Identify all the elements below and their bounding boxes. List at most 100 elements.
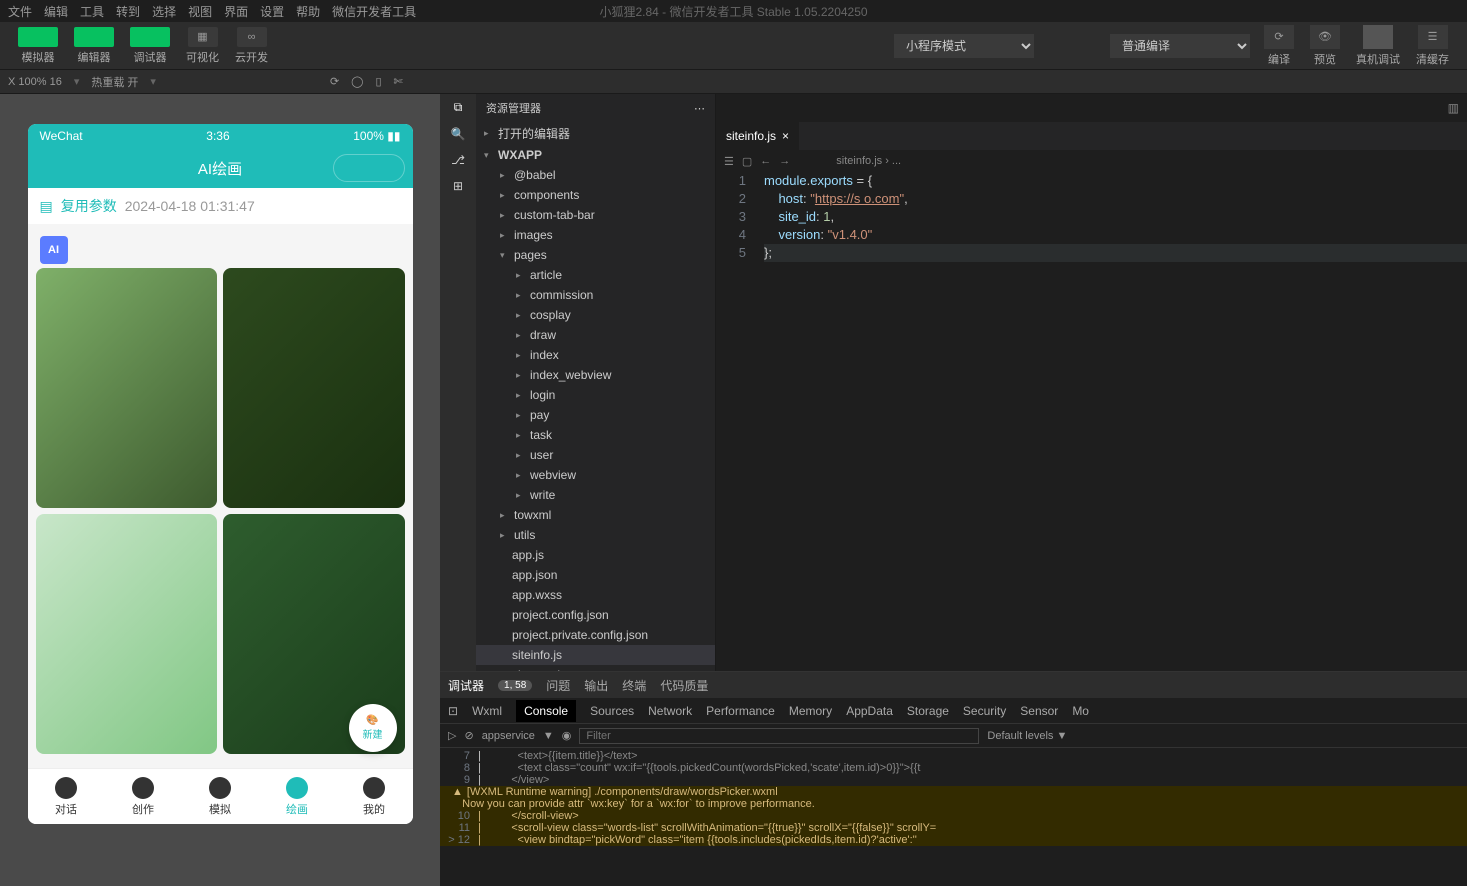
tree-folder[interactable]: ▸task xyxy=(476,425,715,445)
clear-icon[interactable]: ⊘ xyxy=(464,729,473,742)
tree-open-editors[interactable]: ▸打开的编辑器 xyxy=(476,122,715,145)
tree-file[interactable]: project.config.json xyxy=(476,605,715,625)
search-icon[interactable]: 🔍 xyxy=(451,127,466,141)
panel-performance[interactable]: Performance xyxy=(706,704,775,718)
tree-folder[interactable]: ▸draw xyxy=(476,325,715,345)
code-editor[interactable]: 1 2 3 4 5 module.exports = { host: "http… xyxy=(716,172,1467,671)
panel-more[interactable]: Mo xyxy=(1072,704,1089,718)
remote-debug-button[interactable]: 真机调试 xyxy=(1350,23,1406,69)
tree-folder[interactable]: ▸commission xyxy=(476,285,715,305)
visualize-button[interactable]: ▦可视化 xyxy=(180,25,225,67)
menu-item[interactable]: 编辑 xyxy=(44,3,68,20)
devtools-tab-terminal[interactable]: 终端 xyxy=(622,677,646,694)
menu-item[interactable]: 视图 xyxy=(188,3,212,20)
tab-create[interactable]: 创作 xyxy=(105,769,182,824)
back-icon[interactable]: ← xyxy=(760,155,771,167)
bookmark-icon[interactable]: ▢ xyxy=(742,155,752,168)
console-output[interactable]: 7| <text>{{item.title}}</text> 8| <text … xyxy=(440,748,1467,886)
eye-icon[interactable]: ◉ xyxy=(562,729,572,742)
list-icon[interactable]: ☰ xyxy=(724,155,734,168)
clear-cache-button[interactable]: ☰清缓存 xyxy=(1410,23,1455,69)
tab-chat[interactable]: 对话 xyxy=(28,769,105,824)
play-icon[interactable]: ▷ xyxy=(448,729,456,742)
tree-folder[interactable]: ▸custom-tab-bar xyxy=(476,205,715,225)
tree-folder[interactable]: ▸index xyxy=(476,345,715,365)
menu-item[interactable]: 微信开发者工具 xyxy=(332,3,416,20)
devtools-tab-debugger[interactable]: 调试器 xyxy=(448,677,484,694)
reuse-button[interactable]: 复用参数 xyxy=(61,196,117,216)
files-icon[interactable]: ⧉ xyxy=(454,100,463,115)
gallery-image[interactable] xyxy=(36,514,218,754)
tree-folder[interactable]: ▸components xyxy=(476,185,715,205)
capsule-button[interactable] xyxy=(333,154,405,182)
phone-content[interactable]: AI 🎨新建 xyxy=(28,224,413,768)
extensions-icon[interactable]: ⊞ xyxy=(453,179,463,193)
filter-input[interactable] xyxy=(579,728,979,744)
tree-root[interactable]: ▾WXAPP xyxy=(476,145,715,165)
panel-sources[interactable]: Sources xyxy=(590,704,634,718)
panel-sensor[interactable]: Sensor xyxy=(1020,704,1058,718)
forward-icon[interactable]: → xyxy=(779,155,790,167)
cut-icon[interactable]: ✄ xyxy=(394,75,403,88)
tree-file[interactable]: app.wxss xyxy=(476,585,715,605)
panel-wxml[interactable]: Wxml xyxy=(472,704,502,718)
stop-icon[interactable]: ◯ xyxy=(351,75,363,88)
tree-folder[interactable]: ▸pay xyxy=(476,405,715,425)
panel-network[interactable]: Network xyxy=(648,704,692,718)
more-icon[interactable]: ⋯ xyxy=(694,102,705,115)
tree-folder[interactable]: ▸webview xyxy=(476,465,715,485)
tree-file[interactable]: siteinfo.js xyxy=(476,645,715,665)
zoom-level[interactable]: X 100% 16 xyxy=(8,76,62,88)
simulator-button[interactable]: 模拟器 xyxy=(12,25,64,67)
panel-security[interactable]: Security xyxy=(963,704,1006,718)
tree-file[interactable]: project.private.config.json xyxy=(476,625,715,645)
mode-select[interactable]: 小程序模式 xyxy=(894,34,1034,58)
ai-badge[interactable]: AI xyxy=(40,236,68,264)
tree-folder[interactable]: ▸utils xyxy=(476,525,715,545)
preview-button[interactable]: 👁预览 xyxy=(1304,23,1346,69)
panel-storage[interactable]: Storage xyxy=(907,704,949,718)
gallery-image[interactable] xyxy=(223,268,405,508)
tree-file[interactable]: app.js xyxy=(476,545,715,565)
file-tree[interactable]: ▸打开的编辑器 ▾WXAPP ▸@babel ▸components ▸cust… xyxy=(476,122,715,671)
tree-folder[interactable]: ▸@babel xyxy=(476,165,715,185)
compile-button[interactable]: ⟳编译 xyxy=(1258,23,1300,69)
panel-appdata[interactable]: AppData xyxy=(846,704,893,718)
tree-folder[interactable]: ▾pages xyxy=(476,245,715,265)
debugger-button[interactable]: 调试器 xyxy=(124,25,176,67)
devtools-tab-output[interactable]: 输出 xyxy=(584,677,608,694)
new-fab[interactable]: 🎨新建 xyxy=(349,704,397,752)
menu-item[interactable]: 工具 xyxy=(80,3,104,20)
refresh-icon[interactable]: ⟳ xyxy=(330,75,339,88)
cloud-button[interactable]: ∞云开发 xyxy=(229,25,274,67)
editor-button[interactable]: 编辑器 xyxy=(68,25,120,67)
branch-icon[interactable]: ⎇ xyxy=(451,153,465,167)
tree-folder[interactable]: ▸write xyxy=(476,485,715,505)
tree-folder[interactable]: ▸cosplay xyxy=(476,305,715,325)
menu-item[interactable]: 设置 xyxy=(260,3,284,20)
breadcrumb[interactable]: ☰ ▢ ← → siteinfo.js › ... xyxy=(716,150,1467,172)
menu-item[interactable]: 文件 xyxy=(8,3,32,20)
close-icon[interactable]: × xyxy=(782,129,789,143)
menu-item[interactable]: 转到 xyxy=(116,3,140,20)
tree-folder[interactable]: ▸towxml xyxy=(476,505,715,525)
tree-folder[interactable]: ▸login xyxy=(476,385,715,405)
tree-folder[interactable]: ▸images xyxy=(476,225,715,245)
panel-memory[interactable]: Memory xyxy=(789,704,832,718)
tree-file[interactable]: app.json xyxy=(476,565,715,585)
tab-draw[interactable]: 绘画 xyxy=(259,769,336,824)
menu-item[interactable]: 界面 xyxy=(224,3,248,20)
tree-folder[interactable]: ▸index_webview xyxy=(476,365,715,385)
tab-simulate[interactable]: 模拟 xyxy=(182,769,259,824)
tree-folder[interactable]: ▸user xyxy=(476,445,715,465)
menu-item[interactable]: 选择 xyxy=(152,3,176,20)
layout-icon[interactable]: ▥ xyxy=(1448,101,1459,115)
devtools-tab-quality[interactable]: 代码质量 xyxy=(660,677,708,694)
menu-item[interactable]: 帮助 xyxy=(296,3,320,20)
inspect-icon[interactable]: ⊡ xyxy=(448,704,458,718)
tree-folder[interactable]: ▸article xyxy=(476,265,715,285)
tab-me[interactable]: 我的 xyxy=(336,769,413,824)
hotreload-toggle[interactable]: 热重载 开 xyxy=(91,74,138,90)
context-select[interactable]: appservice xyxy=(482,730,535,742)
levels-select[interactable]: Default levels ▼ xyxy=(987,730,1067,742)
